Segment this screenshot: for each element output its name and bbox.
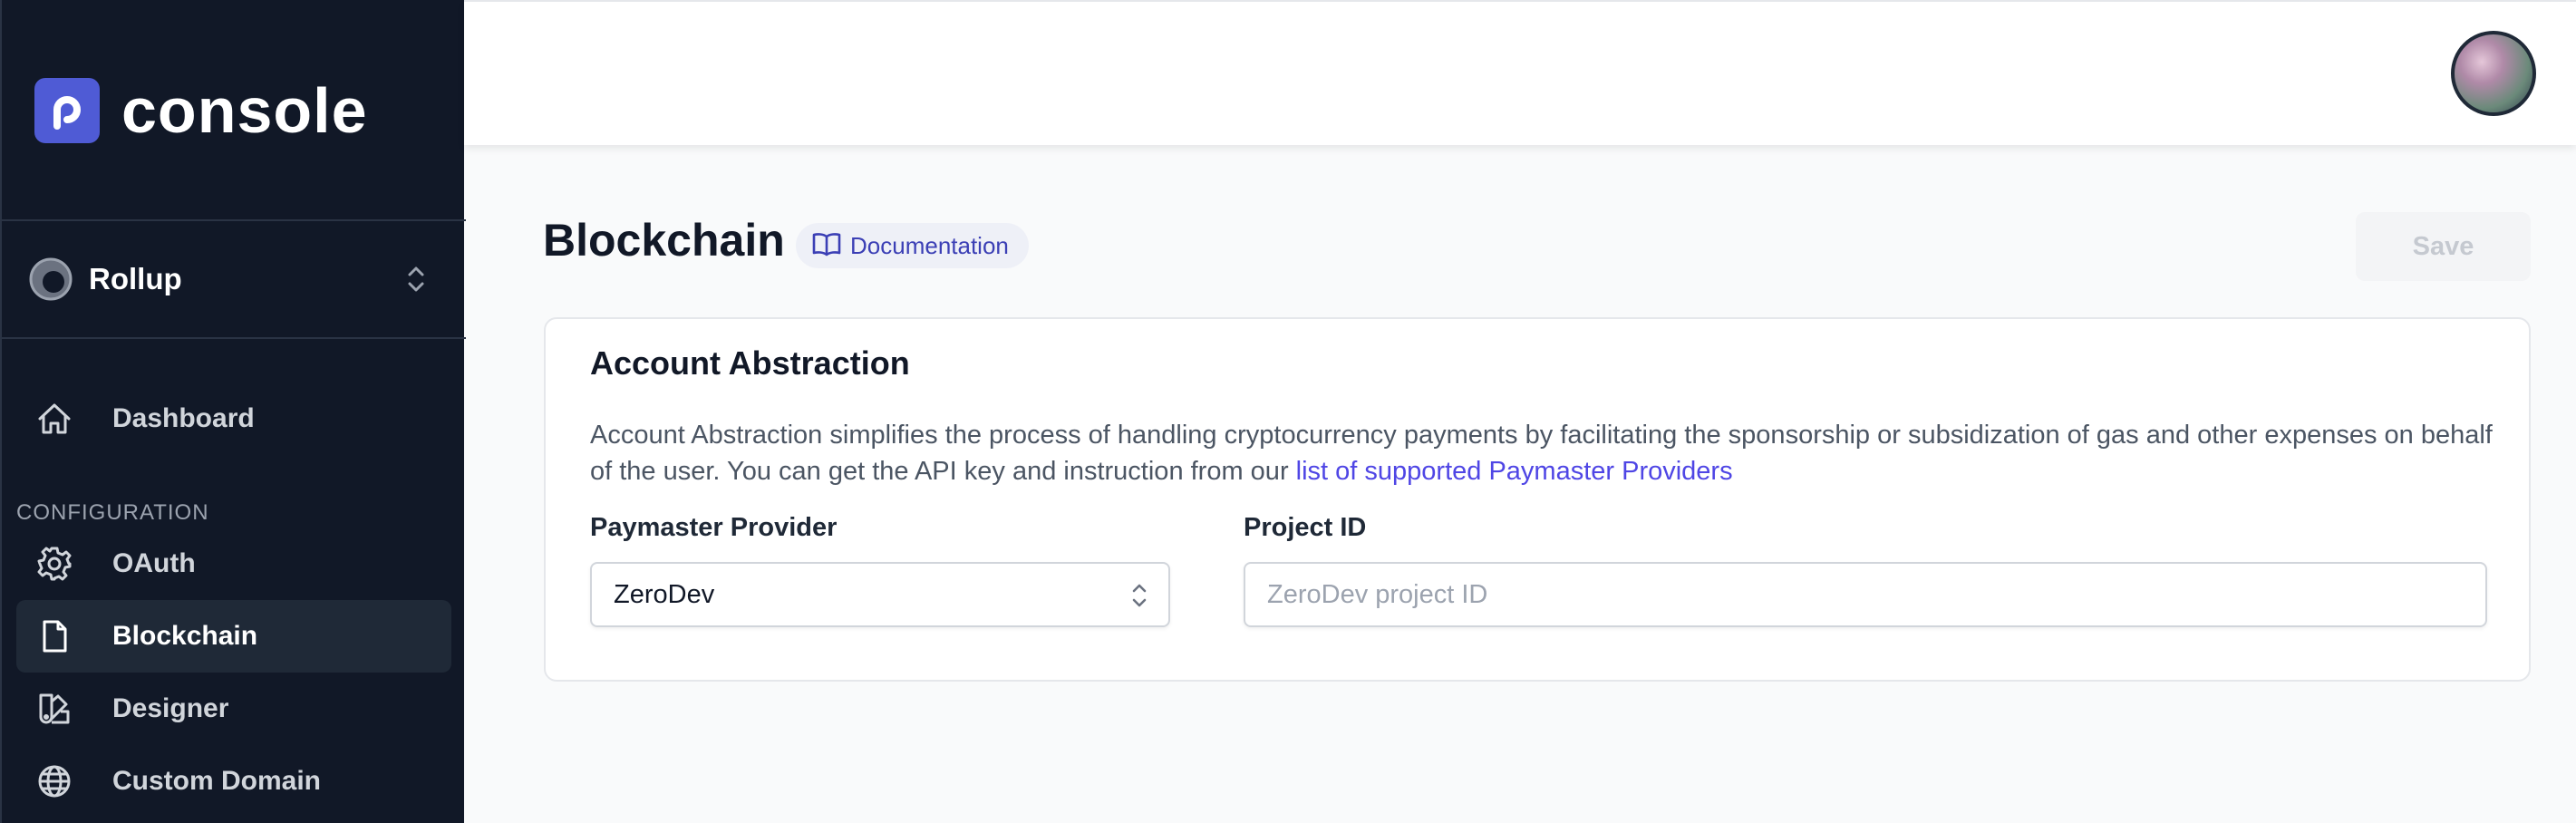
brand-name: console <box>121 75 368 146</box>
globe-icon <box>34 761 74 801</box>
project-switcher[interactable]: Rollup <box>29 250 446 308</box>
project-id-label: Project ID <box>1244 513 1367 542</box>
paymaster-provider-value: ZeroDev <box>614 579 715 609</box>
sidebar: console Rollup Dashboard CONFIGURATION O… <box>0 0 466 823</box>
sidebar-item-label: Designer <box>112 693 229 723</box>
sidebar-item-label: Dashboard <box>112 403 255 433</box>
card-title: Account Abstraction <box>590 344 910 382</box>
sidebar-item-designer[interactable]: Designer <box>16 673 451 745</box>
chevron-up-down-icon <box>406 263 426 300</box>
topbar <box>464 0 2576 145</box>
sidebar-item-label: Blockchain <box>112 621 258 651</box>
book-icon <box>812 231 841 261</box>
sidebar-item-blockchain[interactable]: Blockchain <box>16 600 451 673</box>
project-id-input[interactable] <box>1244 562 2487 627</box>
user-avatar[interactable] <box>2451 31 2536 116</box>
project-avatar-icon <box>29 257 73 301</box>
paymaster-provider-select[interactable]: ZeroDev <box>590 562 1170 627</box>
document-icon <box>34 616 74 656</box>
sidebar-item-label: Custom Domain <box>112 766 322 796</box>
sidebar-divider <box>2 337 466 339</box>
home-icon <box>34 399 74 439</box>
brand[interactable]: console <box>34 75 368 146</box>
gear-icon <box>34 544 74 584</box>
documentation-link-label: Documentation <box>850 231 1009 259</box>
swatch-icon <box>34 689 74 729</box>
account-abstraction-card: Account Abstraction Account Abstraction … <box>544 317 2531 682</box>
chevron-up-down-icon <box>1130 580 1148 615</box>
sidebar-item-dashboard[interactable]: Dashboard <box>16 382 451 455</box>
paymaster-provider-label: Paymaster Provider <box>590 513 838 542</box>
page-title: Blockchain <box>543 215 785 266</box>
card-description: Account Abstraction simplifies the proce… <box>590 417 2494 489</box>
section-label-configuration: CONFIGURATION <box>16 500 209 525</box>
save-button[interactable]: Save <box>2356 212 2531 281</box>
sidebar-item-label: OAuth <box>112 548 196 578</box>
project-name: Rollup <box>89 262 182 295</box>
sidebar-item-oauth[interactable]: OAuth <box>16 528 451 600</box>
documentation-link[interactable]: Documentation <box>796 223 1029 268</box>
sidebar-item-custom-domain[interactable]: Custom Domain <box>16 745 451 818</box>
console-logo-icon <box>34 78 100 143</box>
sidebar-divider <box>2 219 466 221</box>
paymaster-providers-link[interactable]: list of supported Paymaster Providers <box>1296 457 1733 486</box>
